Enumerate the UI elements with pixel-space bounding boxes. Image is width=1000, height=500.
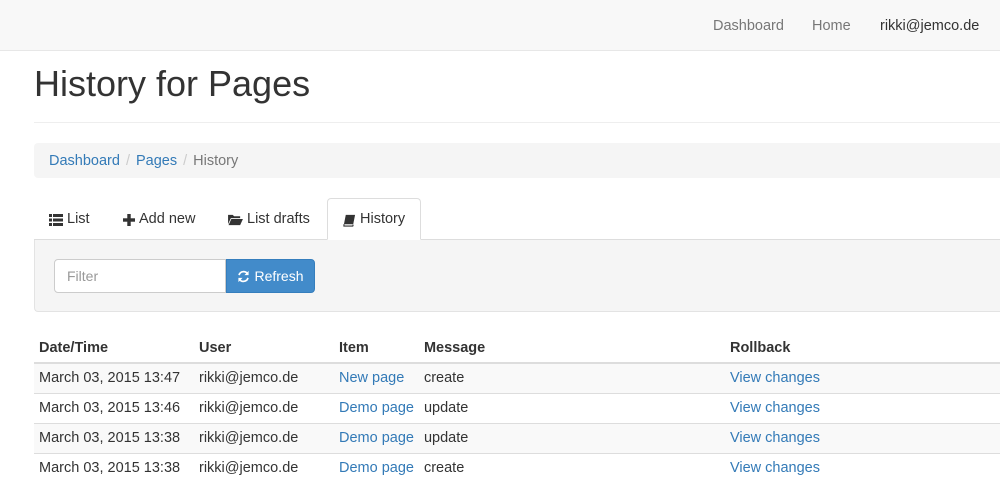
tab-list-label: List <box>67 210 90 227</box>
nav-link-home[interactable]: Home <box>812 17 851 35</box>
nav-user-menu[interactable]: rikki@jemco.de <box>880 17 979 35</box>
table-row: March 03, 2015 13:47 rikki@jemco.de New … <box>34 362 1000 393</box>
table-row: March 03, 2015 13:38 rikki@jemco.de Demo… <box>34 422 1000 453</box>
column-header-user: User <box>194 333 334 364</box>
column-header-message: Message <box>418 333 725 364</box>
breadcrumb-pages[interactable]: Pages <box>136 153 177 169</box>
title-divider <box>34 122 1000 123</box>
view-changes-link[interactable]: View changes <box>730 370 820 386</box>
refresh-button-label: Refresh <box>254 268 304 284</box>
refresh-button[interactable]: Refresh <box>226 259 315 293</box>
cell-user: rikki@jemco.de <box>194 392 334 423</box>
column-header-rollback: Rollback <box>724 333 1000 364</box>
plus-icon <box>123 213 135 226</box>
item-link[interactable]: Demo page <box>339 430 414 446</box>
column-header-item: Item <box>334 333 419 364</box>
page-title: History for Pages <box>34 63 311 104</box>
tab-list[interactable]: List <box>34 198 105 239</box>
history-table: Date/Time User Item Message Rollback Mar… <box>34 333 1000 483</box>
column-header-datetime: Date/Time <box>34 333 194 364</box>
cell-rollback: View changes <box>724 392 1000 423</box>
cell-datetime: March 03, 2015 13:38 <box>34 452 194 483</box>
view-changes-link[interactable]: View changes <box>730 400 820 416</box>
cell-user: rikki@jemco.de <box>194 362 334 393</box>
tab-add-new[interactable]: Add new <box>108 198 210 239</box>
refresh-icon <box>238 270 250 282</box>
breadcrumb-separator: / <box>125 152 130 169</box>
book-icon <box>343 214 356 227</box>
cell-datetime: March 03, 2015 13:46 <box>34 392 194 423</box>
filter-input[interactable] <box>54 259 226 293</box>
table-row: March 03, 2015 13:38 rikki@jemco.de Demo… <box>34 452 1000 483</box>
table-row: March 03, 2015 13:46 rikki@jemco.de Demo… <box>34 392 1000 423</box>
cell-message: create <box>418 452 725 483</box>
cell-user: rikki@jemco.de <box>194 452 334 483</box>
tab-bar: List Add new List drafts History <box>34 198 1000 240</box>
cell-datetime: March 03, 2015 13:47 <box>34 362 194 393</box>
view-changes-link[interactable]: View changes <box>730 460 820 476</box>
tab-list-drafts-label: List drafts <box>247 210 310 227</box>
table-header-row: Date/Time User Item Message Rollback <box>34 333 1000 364</box>
cell-datetime: March 03, 2015 13:38 <box>34 422 194 453</box>
folder-open-icon <box>228 214 243 226</box>
tab-history-label: History <box>360 211 406 227</box>
item-link[interactable]: Demo page <box>339 400 414 416</box>
breadcrumb: Dashboard / Pages / History <box>34 143 1000 178</box>
filter-panel: Refresh <box>34 240 1000 312</box>
list-icon <box>49 213 63 226</box>
cell-item: Demo page <box>334 452 419 483</box>
breadcrumb-separator: / <box>183 152 188 169</box>
cell-item: New page <box>334 362 419 393</box>
breadcrumb-dashboard[interactable]: Dashboard <box>49 153 120 169</box>
cell-item: Demo page <box>334 422 419 453</box>
top-navbar: Dashboard Home rikki@jemco.de <box>0 0 1000 51</box>
cell-rollback: View changes <box>724 422 1000 453</box>
tab-history[interactable]: History <box>327 198 422 240</box>
cell-message: update <box>418 422 725 453</box>
tab-add-new-label: Add new <box>139 210 196 227</box>
cell-message: update <box>418 392 725 423</box>
tab-list-drafts[interactable]: List drafts <box>213 198 325 239</box>
view-changes-link[interactable]: View changes <box>730 430 820 446</box>
cell-rollback: View changes <box>724 362 1000 393</box>
cell-message: create <box>418 362 725 393</box>
cell-rollback: View changes <box>724 452 1000 483</box>
cell-user: rikki@jemco.de <box>194 422 334 453</box>
item-link[interactable]: New page <box>339 370 404 386</box>
nav-link-dashboard[interactable]: Dashboard <box>713 17 784 35</box>
item-link[interactable]: Demo page <box>339 460 414 476</box>
cell-item: Demo page <box>334 392 419 423</box>
breadcrumb-current: History <box>193 152 239 169</box>
